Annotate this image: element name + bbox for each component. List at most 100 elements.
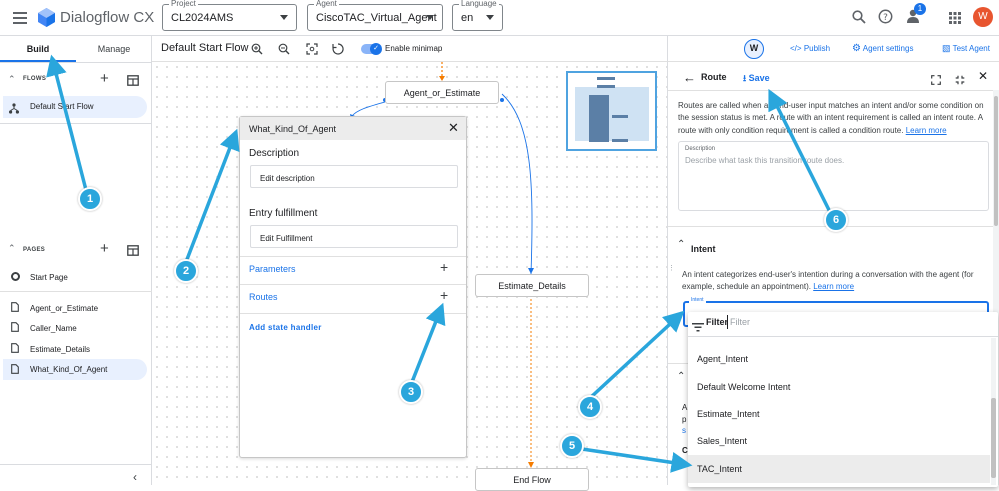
add-page-icon[interactable]: + <box>100 240 109 257</box>
search-icon[interactable] <box>852 10 866 29</box>
toggle-knob: ✓ <box>370 43 382 55</box>
tab-build[interactable]: Build <box>0 44 76 54</box>
intent-option[interactable]: Sales_Intent <box>688 427 996 455</box>
bottom-divider <box>0 464 152 465</box>
user-avatar[interactable]: W <box>973 7 993 27</box>
flows-table-icon[interactable] <box>127 73 139 91</box>
intent-heading: Intent <box>691 244 716 254</box>
intent-option[interactable]: Agent_Intent <box>688 345 996 373</box>
divider <box>240 284 466 285</box>
node-end-flow[interactable]: End Flow <box>475 468 589 491</box>
collaborator-chip[interactable]: W <box>744 39 764 59</box>
routes-label[interactable]: Routes <box>249 292 278 302</box>
close-panel-icon[interactable]: ✕ <box>978 69 988 83</box>
page-icon <box>11 322 19 332</box>
apps-grid-icon[interactable] <box>949 11 961 29</box>
agent-select[interactable]: Agent CiscoTAC_Virtual_Agent <box>307 0 443 31</box>
description-field[interactable]: Description Describe what task this tran… <box>678 141 989 211</box>
help-icon[interactable]: ? <box>878 9 893 29</box>
flow-canvas[interactable]: Agent_or_Estimate Estimate_Details End F… <box>152 62 667 491</box>
exit-fullscreen-icon[interactable] <box>955 72 965 90</box>
description-field-label: Description <box>685 146 716 152</box>
flows-header: FLOWS <box>23 76 47 82</box>
filter-input[interactable]: Filter <box>727 315 987 329</box>
annotation-badge: 2 <box>174 259 198 283</box>
minimap-toggle[interactable]: ✓ <box>361 43 382 55</box>
filter-icon <box>692 319 704 337</box>
pages-collapse-icon[interactable]: ⌃ <box>8 243 16 254</box>
intent-field-label: Intent <box>689 297 706 303</box>
chevron-down-icon <box>426 15 434 20</box>
page-item-what-kind-of-agent[interactable]: What_Kind_Of_Agent <box>3 359 147 380</box>
page-item-start[interactable]: Start Page <box>3 269 147 287</box>
agent-value: CiscoTAC_Virtual_Agent <box>316 12 437 24</box>
page-icon <box>11 302 19 312</box>
zoom-in-icon[interactable] <box>251 42 263 60</box>
intent-option-highlighted[interactable]: TAC_Intent <box>688 455 990 483</box>
notification-count-badge: 1 <box>914 3 926 15</box>
agent-settings-label: Agent settings <box>862 44 914 53</box>
edit-description-button[interactable]: Edit description <box>250 165 458 188</box>
learn-more-link[interactable]: Learn more <box>906 126 947 135</box>
parameters-label[interactable]: Parameters <box>249 264 296 274</box>
minimap[interactable] <box>566 71 657 151</box>
app-title: Dialogflow CX <box>60 9 155 26</box>
page-icon <box>11 343 19 353</box>
annotation-badge: 1 <box>78 187 102 211</box>
fit-view-icon[interactable] <box>306 42 318 60</box>
publish-button[interactable]: </> Publish <box>790 44 830 53</box>
node-agent-or-estimate[interactable]: Agent_or_Estimate <box>385 81 499 104</box>
page-item-agent-or-estimate[interactable]: Agent_or_Estimate <box>3 300 147 318</box>
partial-text: A <box>682 403 688 412</box>
node-estimate-details[interactable]: Estimate_Details <box>475 274 589 297</box>
page-item-caller-name[interactable]: Caller_Name <box>3 320 147 338</box>
back-arrow-icon[interactable]: ← <box>683 70 696 85</box>
pages-table-icon[interactable] <box>127 243 139 261</box>
fullscreen-icon[interactable] <box>931 72 941 90</box>
test-agent-label: Test Agent <box>952 44 990 53</box>
description-field-placeholder: Describe what task this transition route… <box>685 156 845 165</box>
scrollbar-thumb[interactable] <box>994 96 998 226</box>
intent-option[interactable]: Default Welcome Intent <box>688 373 996 401</box>
test-agent-button[interactable]: ▧ Test Agent <box>942 43 990 54</box>
agent-settings-button[interactable]: ⚙ Agent settings <box>852 43 913 54</box>
save-button[interactable]: ⭳ Save <box>743 71 770 87</box>
minimap-viewport <box>575 87 649 141</box>
left-panel: Build Manage ⌃ FLOWS + Default Start Flo… <box>0 36 152 485</box>
filter-placeholder: Filter <box>730 317 750 327</box>
collapse-panel-icon[interactable]: ‹ <box>133 470 137 484</box>
tab-manage[interactable]: Manage <box>76 44 152 54</box>
zoom-out-icon[interactable] <box>278 42 290 60</box>
add-state-handler-link[interactable]: Add state handler <box>249 323 322 332</box>
flows-collapse-icon[interactable]: ⌃ <box>8 74 16 85</box>
chevron-down-icon <box>280 15 288 20</box>
tab-divider <box>0 62 152 63</box>
flow-item-default-start[interactable]: Default Start Flow <box>3 96 147 118</box>
reset-view-icon[interactable] <box>332 42 344 60</box>
intent-learn-more-link[interactable]: Learn more <box>813 282 854 291</box>
menu-icon[interactable] <box>13 11 27 24</box>
intent-collapse-icon[interactable]: ⌃ <box>677 239 685 250</box>
add-route-icon[interactable]: + <box>440 287 448 303</box>
add-parameter-icon[interactable]: + <box>440 259 448 275</box>
collapse-sidebar-grip: ⋮ <box>668 265 675 272</box>
intent-option[interactable]: Estimate_Intent <box>688 400 996 428</box>
code-icon: </> <box>790 44 802 53</box>
page-card-title: What_Kind_Of_Agent <box>249 124 337 134</box>
annotation-badge: 3 <box>399 380 423 404</box>
page-item-label: What_Kind_Of_Agent <box>30 365 108 374</box>
close-icon[interactable]: ✕ <box>448 120 459 136</box>
page-item-estimate-details[interactable]: Estimate_Details <box>3 341 147 359</box>
divider <box>240 313 466 314</box>
route-panel: ← Route ⭳ Save ✕ Routes are called when … <box>667 62 999 487</box>
page-divider <box>0 291 152 292</box>
collapsed-section-icon: ⌃ <box>677 371 686 382</box>
page-item-label: Caller_Name <box>30 324 77 333</box>
minimap-node <box>612 115 628 118</box>
project-select[interactable]: Project CL2024AMS <box>162 0 297 31</box>
edit-fulfillment-button[interactable]: Edit Fulfillment <box>250 225 458 248</box>
add-flow-icon[interactable]: + <box>100 70 109 87</box>
language-select[interactable]: Language en <box>452 0 503 31</box>
chevron-down-icon <box>486 15 494 20</box>
save-icon: ⭳ <box>743 73 747 83</box>
